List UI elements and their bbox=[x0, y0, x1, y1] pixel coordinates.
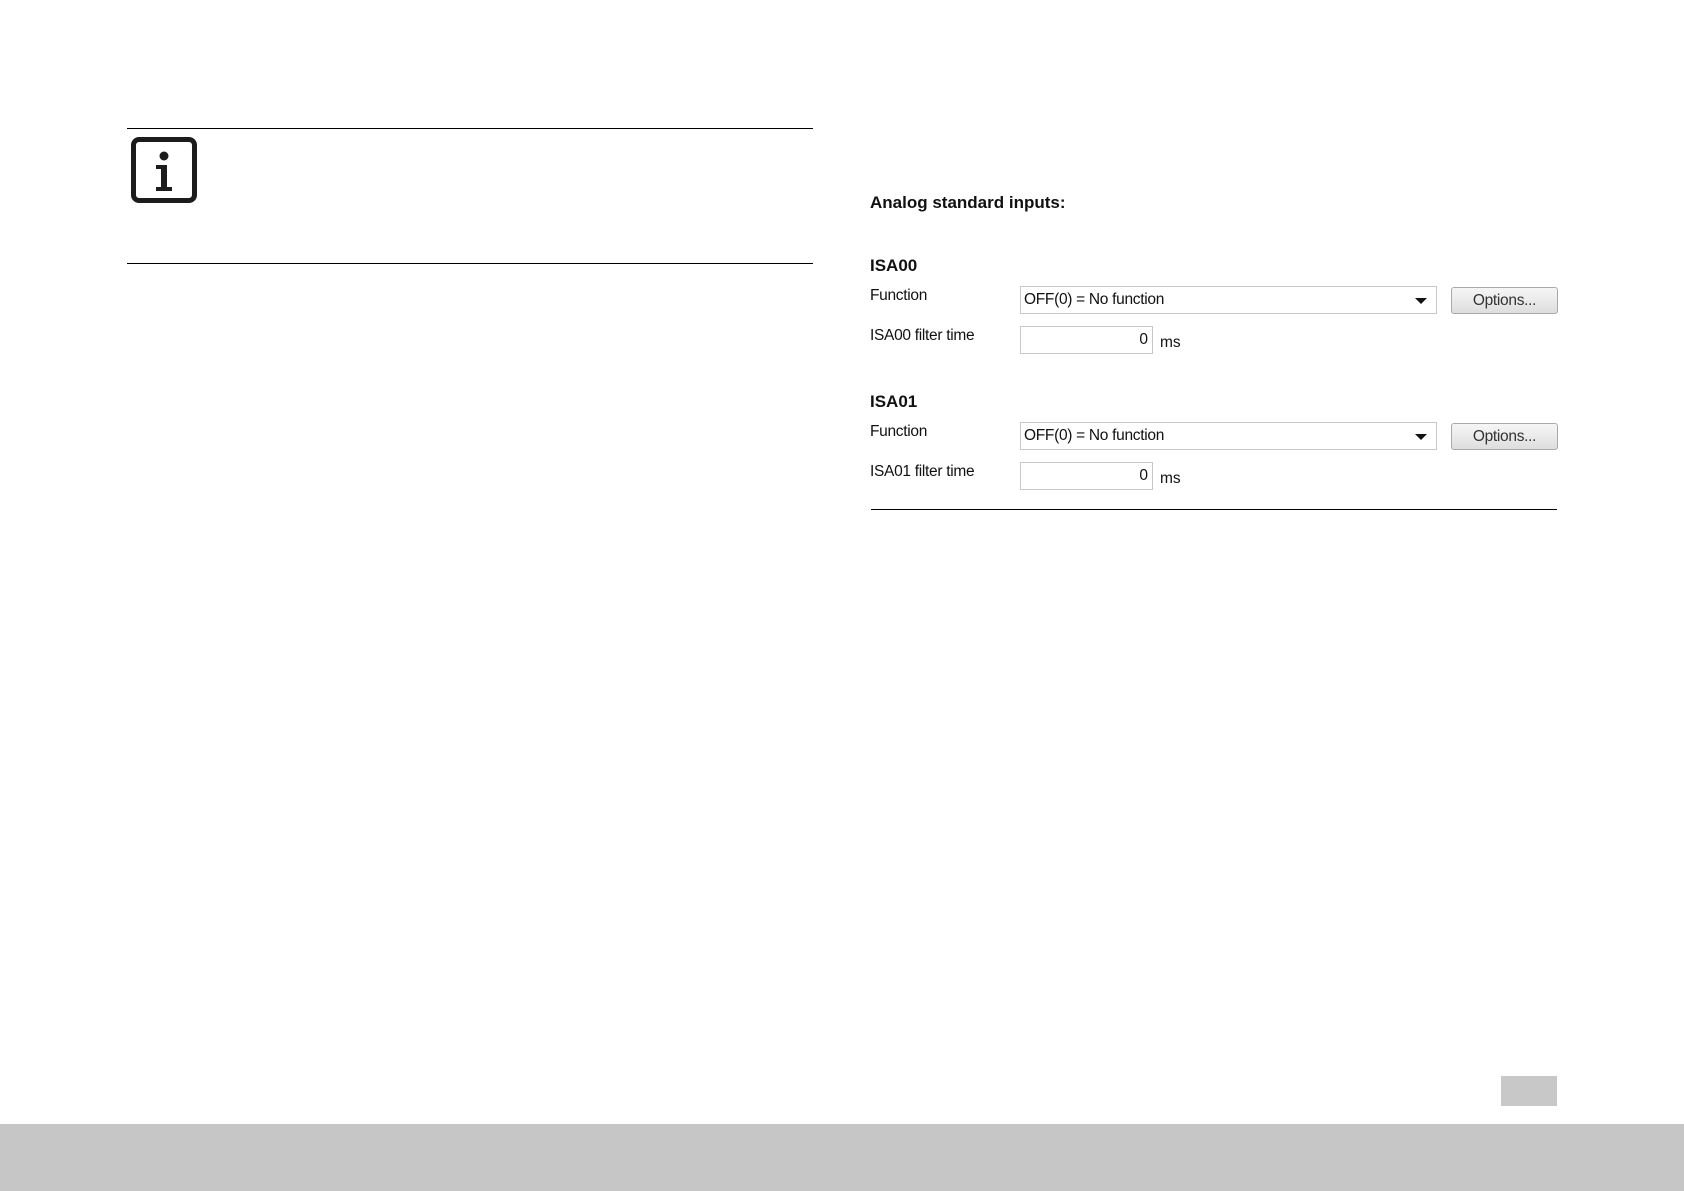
filter-time-unit-isa01: ms bbox=[1160, 470, 1181, 487]
function-select-isa01[interactable]: OFF(0) = No function bbox=[1020, 422, 1437, 450]
note-bottom-rule bbox=[127, 263, 813, 264]
page-number-tab bbox=[1501, 1076, 1557, 1106]
filter-time-input-isa01[interactable] bbox=[1020, 462, 1153, 490]
function-label-isa01: Function bbox=[870, 423, 928, 440]
panel-bottom-rule bbox=[871, 509, 1557, 510]
function-select-value: OFF(0) = No function bbox=[1024, 291, 1165, 308]
options-button-isa00[interactable]: Options... bbox=[1451, 287, 1558, 314]
function-select-value: OFF(0) = No function bbox=[1024, 427, 1165, 444]
chevron-down-icon[interactable] bbox=[1415, 434, 1427, 440]
chevron-down-icon[interactable] bbox=[1415, 298, 1427, 304]
section-heading: Analog standard inputs: bbox=[870, 193, 1066, 212]
options-button-isa01[interactable]: Options... bbox=[1451, 423, 1558, 450]
group-title-isa00: ISA00 bbox=[870, 256, 918, 275]
filter-time-label-isa01: ISA01 filter time bbox=[870, 463, 975, 480]
group-title-isa01: ISA01 bbox=[870, 392, 918, 411]
note-top-rule bbox=[127, 128, 813, 129]
filter-time-unit-isa00: ms bbox=[1160, 334, 1181, 351]
function-select-isa00[interactable]: OFF(0) = No function bbox=[1020, 286, 1437, 314]
filter-time-input-isa00[interactable] bbox=[1020, 326, 1153, 354]
footer-bar bbox=[0, 1124, 1684, 1191]
info-icon bbox=[131, 137, 197, 203]
filter-time-label-isa00: ISA00 filter time bbox=[870, 327, 975, 344]
function-label-isa00: Function bbox=[870, 287, 928, 304]
